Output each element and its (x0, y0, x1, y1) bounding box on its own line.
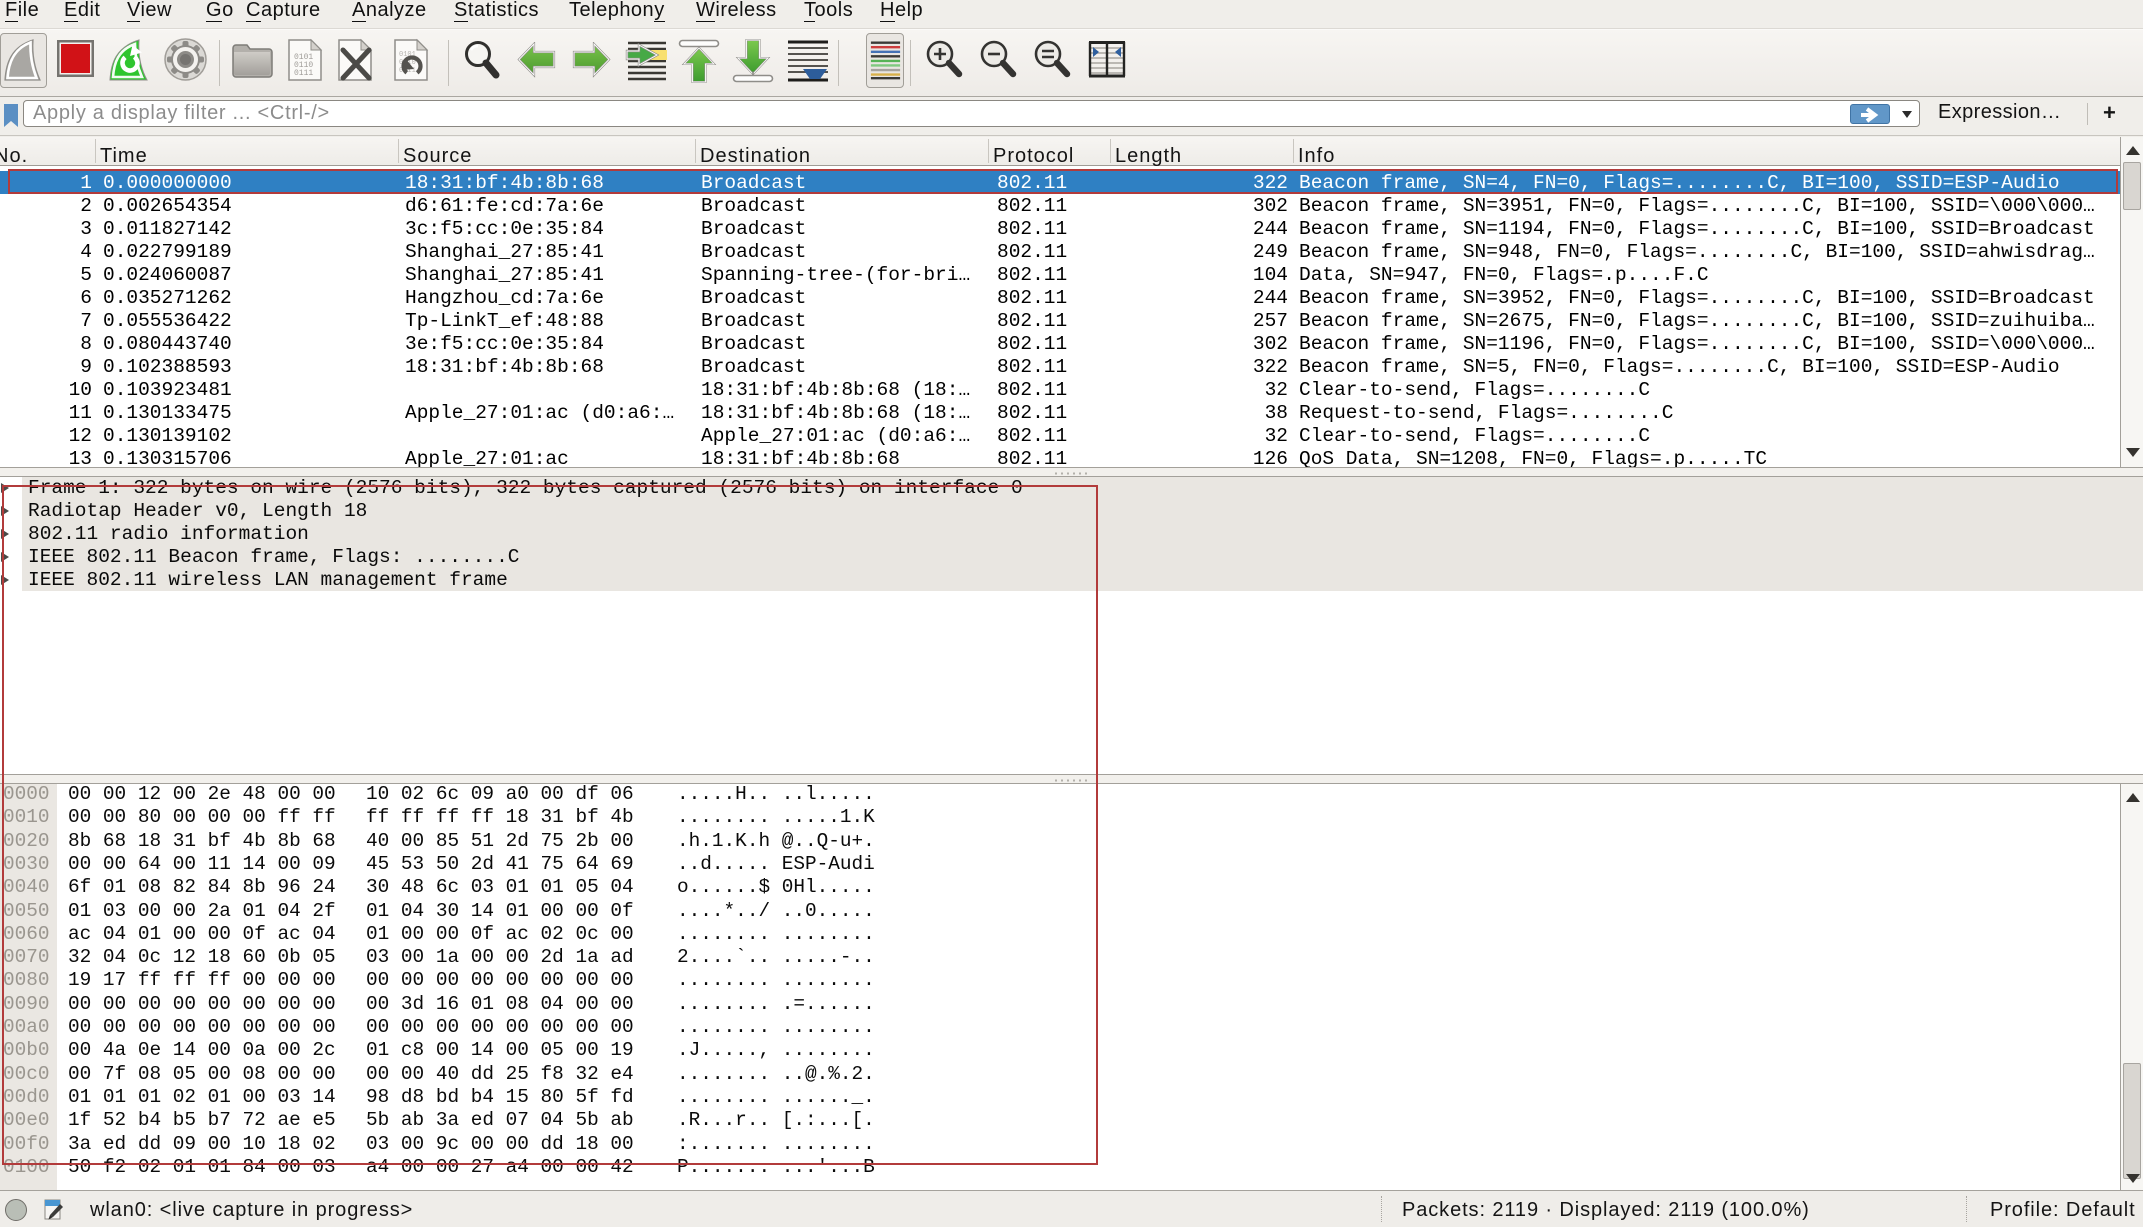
svg-text:0111: 0111 (294, 69, 313, 78)
